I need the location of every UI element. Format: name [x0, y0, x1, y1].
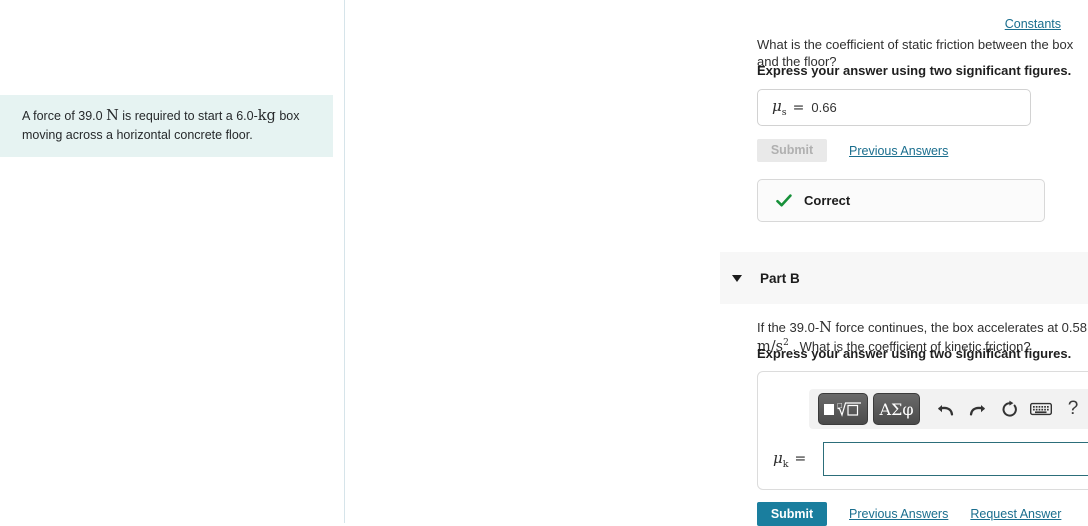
page-root: A force of 39.0 N is required to start a…	[0, 0, 1088, 526]
problem-statement: A force of 39.0 N is required to start a…	[0, 95, 333, 158]
constants-link[interactable]: Constants	[1005, 17, 1061, 31]
math-toolbar: □ ΑΣφ ?	[809, 389, 1088, 429]
part-a-instruction: Express your answer using two significan…	[757, 63, 1072, 78]
part-a-actions: Submit Previous Answers	[757, 139, 948, 162]
part-a-answer-value: 0.66	[811, 100, 837, 115]
part-a-submit-button: Submit	[757, 139, 827, 162]
part-b-question-text-2: force continues, the box accelerates at …	[835, 320, 1087, 335]
part-b-answer-container: □ ΑΣφ ? μk =	[757, 371, 1088, 490]
part-b-force-unit: N	[819, 320, 832, 336]
part-b-actions: Submit Previous Answers Request Answer	[757, 502, 1061, 526]
part-b-variable-label: μk	[773, 448, 789, 470]
part-b-answer-input[interactable]	[823, 442, 1088, 476]
part-b-instruction: Express your answer using two significan…	[757, 346, 1072, 361]
redo-arrow-icon[interactable]	[961, 394, 993, 424]
left-pane: A force of 39.0 N is required to start a…	[0, 0, 345, 523]
right-pane: Constants What is the coefficient of sta…	[345, 0, 1088, 526]
part-b-submit-button[interactable]: Submit	[757, 502, 827, 526]
problem-text-2: is required to start a 6.0-	[122, 109, 258, 123]
part-b-question-text-1: If the 39.0-	[757, 320, 820, 335]
problem-text-1: A force of 39.0	[22, 109, 103, 123]
help-icon[interactable]: ?	[1057, 394, 1088, 424]
part-b-equals-sign: =	[794, 451, 807, 467]
check-icon	[776, 193, 792, 208]
part-b-header[interactable]: Part B	[720, 252, 1088, 304]
template-radical-button[interactable]: □	[818, 393, 868, 425]
part-a-feedback-label: Correct	[804, 193, 851, 208]
part-a-answer-field[interactable]: μs = 0.66	[757, 89, 1031, 126]
greek-letters-button[interactable]: ΑΣφ	[873, 393, 920, 425]
chevron-down-icon[interactable]	[732, 274, 742, 282]
undo-arrow-icon[interactable]	[929, 394, 961, 424]
part-b-title: Part B	[760, 270, 800, 286]
part-b-previous-answers-link[interactable]: Previous Answers	[849, 507, 948, 521]
reset-circle-icon[interactable]	[993, 394, 1025, 424]
part-a-equals-sign: =	[792, 99, 805, 116]
mass-unit: kg	[257, 108, 276, 124]
part-a-feedback-banner: Correct	[757, 179, 1045, 222]
part-a-variable-label: μs	[772, 97, 787, 118]
part-b-input-row: μk =	[773, 442, 1088, 476]
keyboard-icon[interactable]	[1025, 394, 1057, 424]
part-a-previous-answers-link[interactable]: Previous Answers	[849, 144, 948, 158]
force-unit: N	[106, 108, 119, 124]
part-b-request-answer-link[interactable]: Request Answer	[970, 507, 1061, 521]
